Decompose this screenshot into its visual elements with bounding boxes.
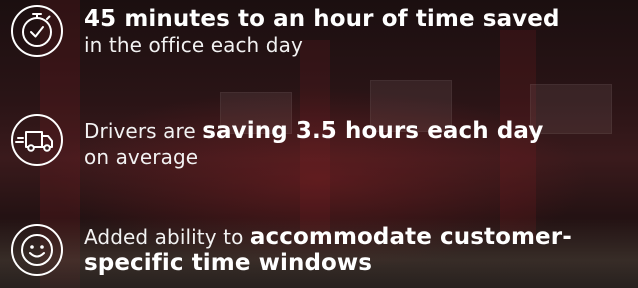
benefit-lead-text: Drivers are (84, 119, 196, 143)
clock-check-icon (9, 3, 65, 59)
benefit-normal-text: on average (84, 145, 199, 169)
benefit-item-driver-hours: Drivers are saving 3.5 hours each day on… (0, 108, 638, 188)
benefit-text: Drivers are saving 3.5 hours each day on… (84, 118, 630, 170)
smiley-face-icon (9, 222, 65, 278)
benefit-lead-text: Added ability to (84, 225, 244, 249)
delivery-truck-icon (9, 112, 65, 168)
benefit-bold-text: 45 minutes to an hour of time saved (84, 6, 560, 32)
benefit-text: 45 minutes to an hour of time saved in t… (84, 6, 630, 58)
benefit-item-time-saved: 45 minutes to an hour of time saved in t… (0, 0, 638, 80)
benefit-text: Added ability to accommodate customer-sp… (84, 224, 630, 276)
benefit-item-time-windows: Added ability to accommodate customer-sp… (0, 216, 638, 288)
benefit-normal-text: in the office each day (84, 33, 303, 57)
benefit-bold-text: saving 3.5 hours each day (202, 118, 544, 144)
